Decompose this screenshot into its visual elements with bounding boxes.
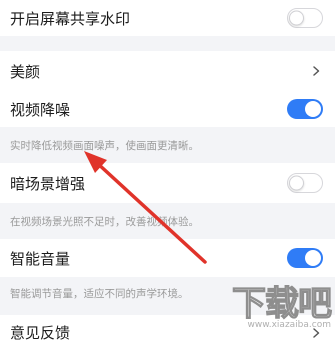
watermark-logo: 下载吧 xyxy=(231,284,332,324)
setting-description-noise-reduction: 实时降低视频画面噪声，使画面更清晰。 xyxy=(10,139,199,152)
toggle-knob xyxy=(305,101,321,117)
noise-reduction-toggle[interactable] xyxy=(287,99,323,119)
setting-row-noise-reduction: 视频降噪 xyxy=(0,91,335,127)
toggle-knob xyxy=(305,250,321,266)
chevron-right-icon xyxy=(313,66,320,76)
setting-label-beauty: 美颜 xyxy=(10,62,41,81)
setting-label-smart-volume: 智能音量 xyxy=(10,249,71,268)
setting-label-low-light: 暗场景增强 xyxy=(10,174,86,193)
toggle-knob xyxy=(289,175,304,191)
watermark-url: www.xiazaiba.com xyxy=(247,320,331,330)
setting-label-noise-reduction: 视频降噪 xyxy=(10,100,71,119)
smart-volume-toggle[interactable] xyxy=(287,248,323,268)
setting-description-low-light: 在视频场景光照不足时，改善视频体验。 xyxy=(10,215,199,228)
site-watermark: 下载吧 www.xiazaiba.com xyxy=(199,278,332,338)
screen-watermark-toggle[interactable] xyxy=(287,8,323,28)
setting-row-beauty[interactable]: 美颜 xyxy=(0,51,335,91)
setting-label-screen-watermark: 开启屏幕共享水印 xyxy=(10,9,131,28)
low-light-toggle[interactable] xyxy=(287,173,323,193)
toggle-knob xyxy=(289,10,304,26)
setting-row-smart-volume: 智能音量 xyxy=(0,239,335,277)
setting-row-screen-watermark: 开启屏幕共享水印 xyxy=(0,0,335,36)
setting-row-low-light: 暗场景增强 xyxy=(0,163,335,203)
